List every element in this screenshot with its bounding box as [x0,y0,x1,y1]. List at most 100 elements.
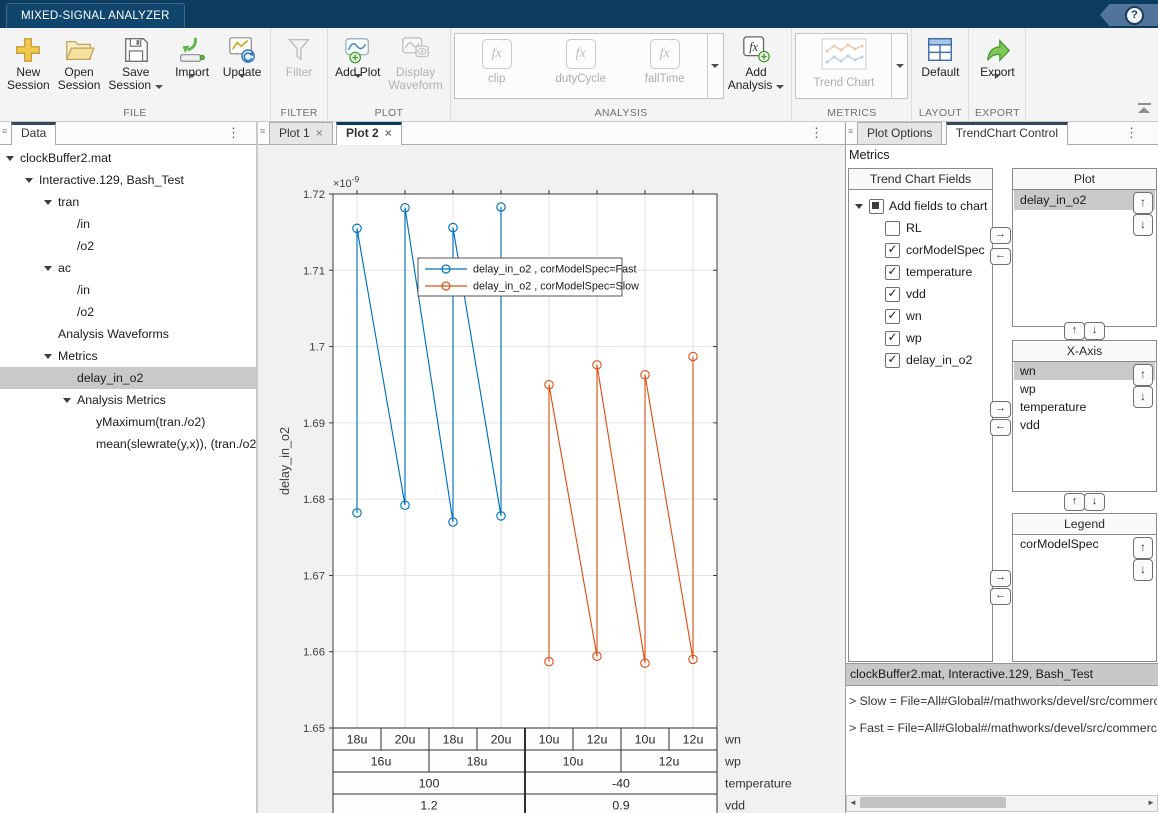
display-waveform-label: Waveform [388,79,442,92]
tree-item-ac[interactable]: ac [0,257,256,279]
legend-box-move-down-button[interactable]: ↓ [1133,559,1153,581]
trend-chart[interactable]: 1.721.711.71.691.681.671.661.65×10-9dela… [258,145,845,813]
plot-box-move-up-button[interactable]: ↑ [1133,192,1153,214]
xaxis-box-item-vdd[interactable]: vdd [1014,416,1155,434]
field-row-vdd[interactable]: ✓vdd [849,283,990,305]
expander-icon[interactable] [44,266,52,271]
tree-item--o2[interactable]: /o2 [0,235,256,257]
close-icon[interactable]: × [316,126,323,140]
legend-remove-button[interactable]: ← [990,588,1011,605]
info-horizontal-scrollbar[interactable]: ◄► [846,795,1158,812]
plot-panel-menu-icon[interactable]: ⋮ [810,125,823,141]
plot-order-down-button[interactable]: ↓ [1084,322,1105,340]
tree-item-clockbuffer2-mat[interactable]: clockBuffer2.mat [0,147,256,169]
plot-tabbar: ≡ Plot 1× Plot 2× ⋮ [258,122,845,145]
gallery-dropdown-icon[interactable] [891,34,907,98]
plot-remove-button[interactable]: ← [990,248,1011,265]
data-panel-menu-icon[interactable]: ⋮ [227,125,240,141]
field-row-wn[interactable]: ✓wn [849,305,990,327]
xaxis-remove-button[interactable]: ← [990,419,1011,436]
panel-grip-icon[interactable]: ≡ [2,126,7,136]
add-plot-button[interactable]: Add Plot [331,31,384,92]
info-line-1[interactable]: > Fast = File=All#Global#/mathworks/deve… [849,720,1157,736]
chart-legend[interactable]: delay_in_o2 , corModelSpec=Fastdelay_in_… [418,258,639,296]
vdd-checkbox[interactable]: ✓ [885,287,900,302]
wp-checkbox[interactable]: ✓ [885,331,900,346]
gallery-dropdown-icon[interactable] [707,34,723,98]
save-session-button[interactable]: SaveSession [104,31,167,92]
expander-icon[interactable] [25,178,33,183]
tree-item-label: /o2 [77,235,94,257]
x-table-cell-label: 1.2 [420,799,437,813]
tree-item-label: Analysis Waveforms [58,323,169,345]
xaxis-order-up-button[interactable]: ↑ [1064,493,1085,511]
collapse-ribbon-button chevron-up-icon[interactable] [1138,103,1152,113]
x-table-cell-label: 0.9 [612,799,629,813]
update-button[interactable]: Update [217,31,267,92]
plot-order-up-button[interactable]: ↑ [1064,322,1085,340]
scroll-right-icon[interactable]: ► [1145,796,1157,809]
panel-grip-icon[interactable]: ≡ [260,126,265,136]
close-icon[interactable]: × [385,126,392,140]
tree-item--in[interactable]: /in [0,279,256,301]
add-fields-root-row[interactable]: Add fields to chart [849,195,990,217]
export-button[interactable]: Export [972,31,1022,92]
tree-item-analysis-metrics[interactable]: Analysis Metrics [0,389,256,411]
tab-plot-options[interactable]: Plot Options [857,122,942,145]
legend-box-move-up-button[interactable]: ↑ [1133,537,1153,559]
y-tick-label: 1.65 [303,723,325,735]
xaxis-box-move-up-button[interactable]: ↑ [1133,364,1153,386]
check-icon: ✓ [886,264,899,277]
app-title-tab[interactable]: MIXED-SIGNAL ANALYZER [6,3,185,29]
tree-item-analysis-waveforms[interactable]: Analysis Waveforms [0,323,256,345]
expander-icon[interactable] [63,398,71,403]
info-line-0[interactable]: > Slow = File=All#Global#/mathworks/deve… [849,693,1157,709]
tree-item-mean-slewrate-y-x-tran-o2-[interactable]: mean(slewrate(y,x)), (tran./o2) [0,433,256,455]
scroll-left-icon[interactable]: ◄ [847,796,859,809]
expander-icon[interactable] [44,354,52,359]
field-row-cormodelspec[interactable]: ✓corModelSpec [849,239,990,261]
scrollbar-thumb[interactable] [860,797,1006,808]
wn-checkbox[interactable]: ✓ [885,309,900,324]
xaxis-add-button[interactable]: → [990,401,1011,418]
check-icon: ✓ [886,286,899,299]
temperature-checkbox[interactable]: ✓ [885,265,900,280]
expander-icon[interactable] [44,200,52,205]
legend-add-button[interactable]: → [990,570,1011,587]
delay_in_o2-checkbox[interactable]: ✓ [885,353,900,368]
tree-item-metrics[interactable]: Metrics [0,345,256,367]
panel-grip-icon[interactable]: ≡ [848,126,853,136]
field-row-delay_in_o2[interactable]: ✓delay_in_o2 [849,349,990,371]
field-row-temperature[interactable]: ✓temperature [849,261,990,283]
help-button question-mark-icon[interactable]: ? [1125,6,1144,25]
tree-item--in[interactable]: /in [0,213,256,235]
plot-add-button[interactable]: → [990,227,1011,244]
control-panel-menu-icon[interactable]: ⋮ [1125,125,1138,141]
tree-item-delay-in-o2[interactable]: delay_in_o2 [0,367,256,389]
RL-checkbox[interactable] [885,221,900,236]
expander-icon[interactable] [855,204,863,209]
default-layout-button[interactable]: Default [915,31,965,79]
plot-box-move-down-button[interactable]: ↓ [1133,214,1153,236]
analysis-item-label: clip [488,73,505,85]
xaxis-order-down-button[interactable]: ↓ [1084,493,1105,511]
tree-item-tran[interactable]: tran [0,191,256,213]
tree-item--o2[interactable]: /o2 [0,301,256,323]
analysis-item-fallTime: fxfallTime [623,34,707,98]
field-row-rl[interactable]: RL [849,217,990,239]
tree-item-interactive-129-bash-test[interactable]: Interactive.129, Bash_Test [0,169,256,191]
import-button[interactable]: Import [167,31,217,92]
tree-item-ymaximum-tran-o2-[interactable]: yMaximum(tran./o2) [0,411,256,433]
add-fields-checkbox[interactable] [869,199,884,214]
export-icon [979,33,1015,66]
field-row-wp[interactable]: ✓wp [849,327,990,349]
tree-item-label: clockBuffer2.mat [20,147,111,169]
tab-plot-1[interactable]: Plot 1× [269,122,333,145]
new-session-button[interactable]: NewSession [3,31,54,92]
section-label-layout: LAYOUT [915,106,965,121]
add-analysis-button[interactable]: fxAddAnalysis [724,31,789,92]
xaxis-box-move-down-button[interactable]: ↓ [1133,386,1153,408]
corModelSpec-checkbox[interactable]: ✓ [885,243,900,258]
open-session-button[interactable]: OpenSession [54,31,105,92]
expander-icon[interactable] [6,156,14,161]
